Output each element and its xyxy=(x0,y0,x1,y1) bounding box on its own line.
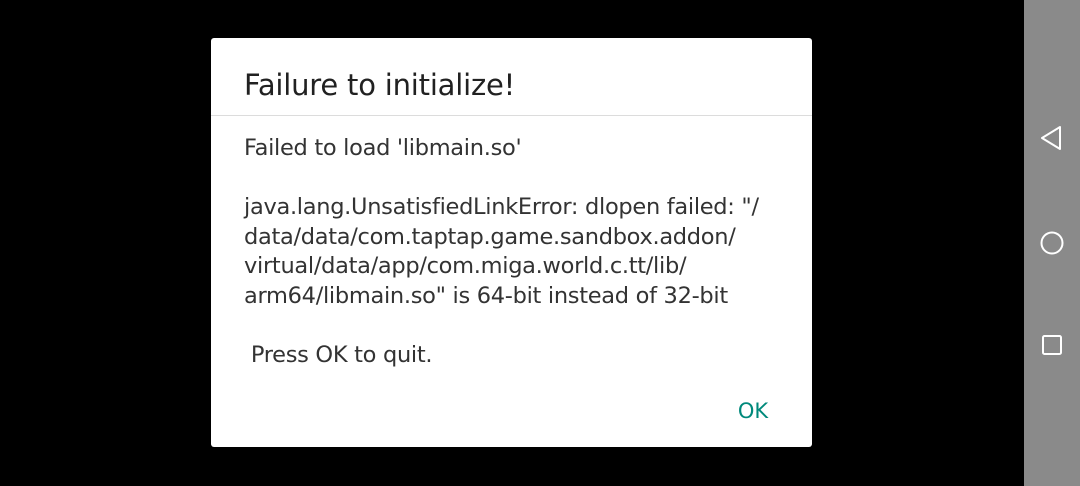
app-background: Failure to initialize! Failed to load 'l… xyxy=(0,0,1024,486)
back-triangle-icon xyxy=(1041,126,1061,150)
android-screen: Failure to initialize! Failed to load 'l… xyxy=(0,0,1080,486)
title-divider xyxy=(211,115,812,116)
error-dialog: Failure to initialize! Failed to load 'l… xyxy=(211,38,812,447)
dialog-message: Failed to load 'libmain.so' java.lang.Un… xyxy=(244,135,759,368)
ok-button[interactable]: OK xyxy=(721,393,785,429)
back-button[interactable] xyxy=(1038,124,1066,152)
home-circle-icon xyxy=(1040,231,1064,255)
dialog-title: Failure to initialize! xyxy=(244,68,516,102)
recents-square-icon xyxy=(1042,335,1062,355)
navigation-bar xyxy=(1024,0,1080,486)
home-button[interactable] xyxy=(1038,229,1066,257)
recents-button[interactable] xyxy=(1038,331,1066,359)
